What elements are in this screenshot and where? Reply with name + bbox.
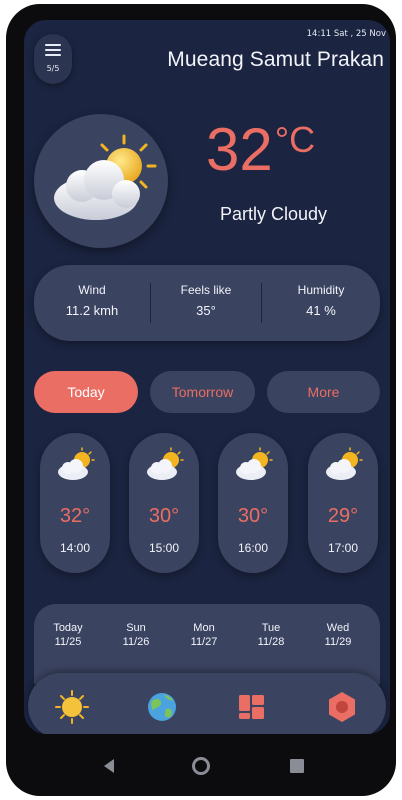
current-weather-icon-container [34,114,168,248]
hourly-temperature: 30° [237,505,269,527]
nav-dashboard[interactable] [232,687,272,727]
daily-day: Today [53,622,83,634]
globe-icon [148,693,176,721]
datetime-label: 14:11 Sat , 25 Nov [306,29,386,39]
stat-value: 35° [196,303,216,318]
hourly-time: 14:00 [59,541,91,555]
daily-item[interactable]: Tue 11/28 [241,622,301,648]
stat-value: 11.2 kmh [65,303,119,318]
hamburger-icon [45,44,61,56]
hourly-time: 16:00 [237,541,269,555]
daily-day: Wed [326,622,350,634]
hourly-temperature: 32° [59,505,91,527]
daily-date: 11/26 [122,636,150,648]
partly-cloudy-icon [54,134,157,220]
sun-icon [55,690,89,724]
nav-settings[interactable] [322,687,362,727]
daily-forecast-strip: Today 11/25 Sun 11/26 Mon 11/27 Tue 11/2… [34,604,380,684]
city-title: Mueang Samut Prakan [167,48,384,71]
daily-day: Mon [193,622,215,634]
daily-item[interactable]: Sun 11/26 [106,622,166,648]
phone-frame: 5/5 14:11 Sat , 25 Nov Mueang Samut Prak… [6,4,396,796]
hourly-time: 17:00 [327,541,359,555]
hourly-time: 15:00 [148,541,180,555]
system-navigation-bar [24,740,390,792]
settings-icon [329,692,355,722]
daily-date: 11/28 [257,636,285,648]
hourly-temperature: 29° [327,505,359,527]
recents-icon[interactable] [289,758,305,774]
hourly-card[interactable]: 29° 17:00 [308,433,378,573]
partly-cloudy-icon [147,447,184,480]
current-temperature: 32°C [206,116,316,183]
nav-weather[interactable] [52,687,92,727]
stat-wind: Wind 11.2 kmh [34,265,150,341]
temperature-unit: °C [274,119,316,160]
tab-today[interactable]: Today [34,371,138,413]
current-condition: Partly Cloudy [220,204,328,224]
menu-button[interactable]: 5/5 [34,34,72,84]
partly-cloudy-icon [58,447,95,480]
stat-value: 41 % [306,303,336,318]
app-screen: 5/5 14:11 Sat , 25 Nov Mueang Samut Prak… [24,20,390,734]
back-icon[interactable] [102,758,116,774]
daily-date: 11/25 [54,636,82,648]
daily-item[interactable]: Wed 11/29 [308,622,368,648]
partly-cloudy-icon [326,447,363,480]
nav-globe[interactable] [142,687,182,727]
tab-tomorrow[interactable]: Tomorrow [150,371,255,413]
daily-day: Tue [261,622,281,634]
hourly-card[interactable]: 30° 16:00 [218,433,288,573]
hourly-card[interactable]: 30° 15:00 [129,433,199,573]
dashboard-icon [239,695,264,719]
hourly-card[interactable]: 32° 14:00 [40,433,110,573]
daily-date: 11/29 [324,636,352,648]
tab-more[interactable]: More [267,371,380,413]
daily-item[interactable]: Mon 11/27 [174,622,234,648]
stat-label: Feels like [180,283,232,297]
hourly-temperature: 30° [148,505,180,527]
home-icon[interactable] [191,756,211,776]
stat-feels-like: Feels like 35° [151,265,261,341]
stat-label: Wind [78,283,106,297]
daily-item[interactable]: Today 11/25 [38,622,98,648]
menu-count: 5/5 [46,64,60,73]
stat-label: Humidity [297,283,345,297]
daily-date: 11/27 [190,636,218,648]
weather-stats-card: Wind 11.2 kmh Feels like 35° Humidity 41… [34,265,380,341]
daily-day: Sun [126,622,146,634]
partly-cloudy-icon [236,447,273,480]
stat-humidity: Humidity 41 % [262,265,380,341]
bottom-navigation [28,673,386,734]
